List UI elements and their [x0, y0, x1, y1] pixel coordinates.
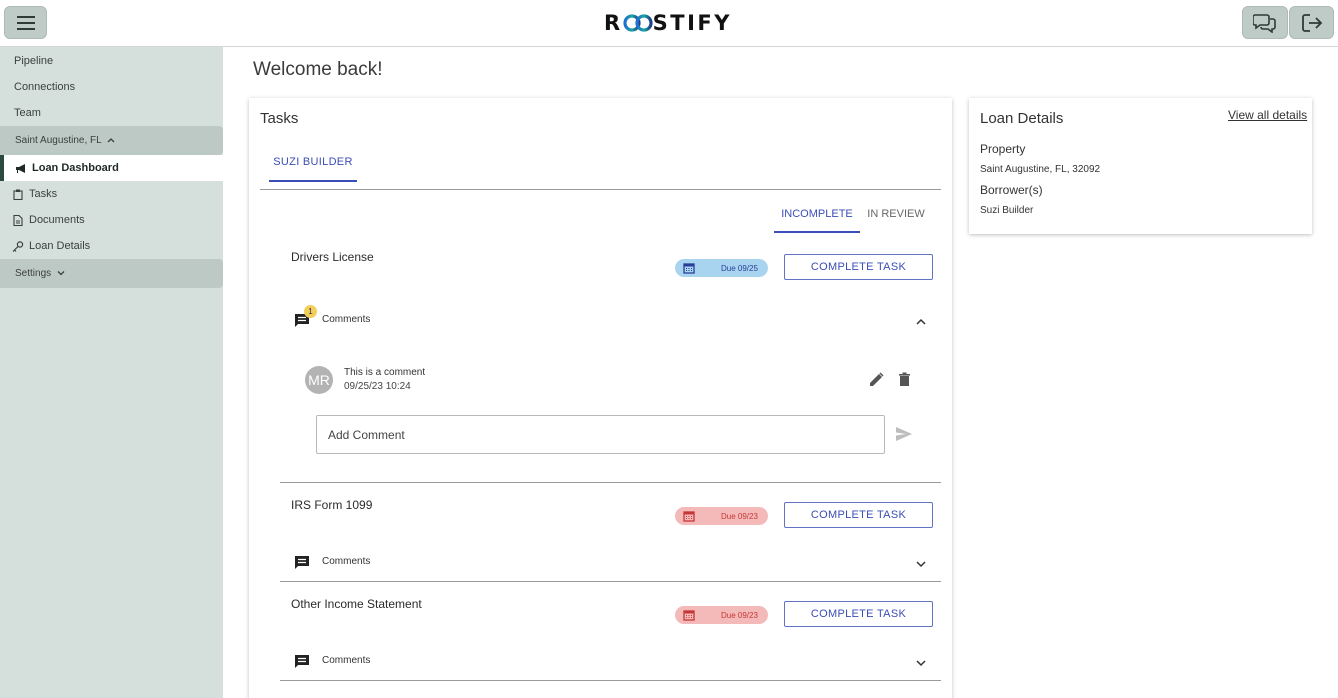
chat-button[interactable] [1242, 6, 1288, 39]
tasks-title: Tasks [260, 110, 299, 127]
chevron-up-icon [107, 138, 115, 143]
document-icon [12, 214, 24, 226]
property-label: Property [980, 142, 1026, 156]
comments-label: Comments [322, 655, 371, 666]
borrowers-value: Suzi Builder [980, 205, 1034, 216]
sidebar-item-pipeline[interactable]: Pipeline [14, 55, 53, 67]
due-date-badge: Due 09/23 [675, 507, 768, 525]
sidebar-group-location[interactable]: Saint Augustine, FL [0, 126, 223, 155]
sidebar-item-label: Tasks [29, 188, 58, 200]
send-icon[interactable] [896, 427, 912, 441]
sidebar-item-connections[interactable]: Connections [14, 81, 75, 93]
page-title: Welcome back! [253, 59, 383, 80]
sidebar-item-loan-details[interactable]: Loan Details [0, 233, 223, 259]
comment-icon: 1 [294, 305, 317, 329]
sidebar-item-label: Documents [29, 214, 85, 226]
chevron-down-icon [916, 660, 926, 667]
chevron-up-icon [916, 318, 926, 325]
app-logo[interactable]: R STIFY [604, 11, 732, 35]
sidebar-item-label: Loan Dashboard [32, 162, 119, 174]
tasks-card: Tasks SUZI BUILDER INCOMPLETE IN REVIEW … [249, 98, 952, 698]
avatar: MR [305, 366, 333, 394]
sidebar-group-label: Settings [15, 268, 52, 279]
task-name: Drivers License [291, 250, 374, 264]
comment-icon [294, 654, 310, 670]
complete-task-button[interactable]: COMPLETE TASK [784, 601, 933, 627]
sidebar-item-tasks[interactable]: Tasks [0, 181, 223, 207]
delete-icon[interactable] [897, 372, 912, 387]
tab-suzi-builder[interactable]: SUZI BUILDER [269, 156, 357, 182]
comment-icon [294, 555, 310, 571]
view-all-details-link[interactable]: View all details [1228, 108, 1307, 122]
complete-task-button[interactable]: COMPLETE TASK [784, 254, 933, 280]
tab-in-review[interactable]: IN REVIEW [866, 208, 926, 220]
property-value: Saint Augustine, FL, 32092 [980, 164, 1101, 175]
logout-icon [1301, 13, 1322, 32]
calendar-icon [683, 262, 696, 274]
sidebar-item-documents[interactable]: Documents [0, 207, 223, 233]
megaphone-icon [15, 162, 27, 174]
chevron-down-icon [916, 561, 926, 568]
complete-task-button[interactable]: COMPLETE TASK [784, 502, 933, 528]
top-bar: R STIFY [0, 0, 1338, 47]
comment-timestamp: 09/25/23 10:24 [344, 381, 411, 392]
logout-button[interactable] [1289, 6, 1334, 39]
key-icon [12, 240, 24, 252]
comments-toggle[interactable]: Comments [294, 553, 934, 573]
due-date-badge: Due 09/23 [675, 606, 768, 624]
sidebar: Pipeline Connections Team Saint Augustin… [0, 47, 223, 698]
task-name: IRS Form 1099 [291, 498, 373, 512]
calendar-icon [683, 609, 696, 621]
add-comment-input[interactable] [316, 415, 885, 454]
sidebar-group-settings[interactable]: Settings [0, 259, 223, 288]
loan-details-card: Loan Details View all details Property S… [969, 98, 1312, 234]
logo-infinity-icon [623, 14, 653, 32]
due-date-text: Due 09/25 [721, 263, 758, 273]
clipboard-icon [12, 188, 24, 200]
task-divider [280, 581, 941, 582]
comments-toggle[interactable]: Comments [294, 652, 934, 672]
calendar-icon [683, 510, 696, 522]
chat-bubbles-icon [1253, 13, 1276, 33]
borrowers-label: Borrower(s) [980, 183, 1043, 197]
sidebar-item-label: Loan Details [29, 240, 91, 252]
tab-incomplete[interactable]: INCOMPLETE [774, 208, 860, 233]
comment-count-badge: 1 [304, 305, 317, 318]
task-divider [280, 482, 941, 483]
comments-toggle[interactable]: 1 Comments [294, 305, 934, 331]
loan-details-title: Loan Details [980, 110, 1064, 127]
tabs-divider [260, 189, 941, 190]
due-date-text: Due 09/23 [721, 511, 758, 521]
due-date-badge: Due 09/25 [675, 259, 768, 277]
sidebar-group-label: Saint Augustine, FL [15, 135, 102, 146]
hamburger-icon [16, 15, 35, 30]
menu-button[interactable] [4, 6, 47, 39]
task-divider [280, 680, 941, 681]
edit-icon[interactable] [869, 372, 884, 387]
sidebar-item-team[interactable]: Team [14, 107, 41, 119]
due-date-text: Due 09/23 [721, 610, 758, 620]
chevron-down-icon [57, 271, 65, 276]
comments-label: Comments [322, 556, 371, 567]
comment-text: This is a comment [344, 367, 426, 378]
comments-label: Comments [322, 314, 371, 325]
sidebar-item-loan-dashboard[interactable]: Loan Dashboard [0, 155, 223, 181]
task-name: Other Income Statement [291, 597, 422, 611]
